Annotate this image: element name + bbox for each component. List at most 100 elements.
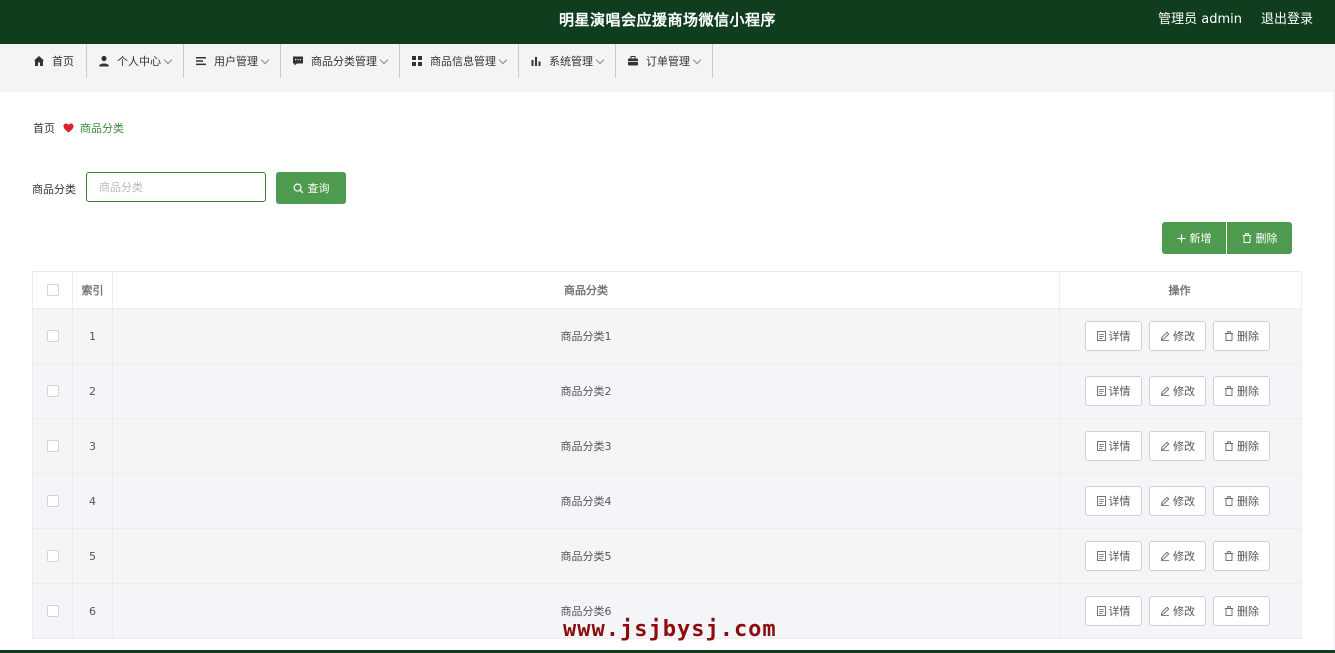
search-input[interactable] [86, 172, 266, 202]
detail-button[interactable]: 详情 [1085, 541, 1142, 571]
search-button[interactable]: 查询 [276, 172, 346, 204]
detail-button-label: 详情 [1108, 550, 1131, 563]
pencil-icon [1160, 441, 1170, 451]
nav-label: 首页 [52, 55, 74, 68]
breadcrumb-home[interactable]: 首页 [33, 120, 55, 136]
row-category-name: 商品分类4 [113, 474, 1060, 528]
pencil-icon [1160, 606, 1170, 616]
breadcrumb: 首页 商品分类 [33, 120, 124, 136]
row-index: 5 [73, 529, 113, 583]
detail-button[interactable]: 详情 [1085, 596, 1142, 626]
top-header: 明星演唱会应援商场微信小程序 管理员 admin 退出登录 [0, 0, 1335, 44]
row-delete-button[interactable]: 删除 [1213, 541, 1270, 571]
nav-label: 个人中心 [117, 55, 161, 68]
nav-item-home[interactable]: 首页 [22, 44, 87, 78]
main-content: 首页 商品分类 商品分类 查询 新增 删除 索引 商品分类 操作 [0, 92, 1333, 653]
header-ops: 操作 [1168, 284, 1191, 297]
edit-button-label: 修改 [1173, 550, 1195, 563]
nav-label: 用户管理 [214, 55, 258, 68]
search-button-label: 查询 [307, 182, 330, 195]
row-checkbox[interactable] [46, 550, 59, 562]
trash-icon [1224, 331, 1234, 341]
row-delete-button[interactable]: 删除 [1213, 376, 1270, 406]
logout-link[interactable]: 退出登录 [1261, 0, 1313, 40]
pencil-icon [1160, 551, 1170, 561]
row-category-name: 商品分类5 [113, 529, 1060, 583]
breadcrumb-current: 商品分类 [80, 122, 124, 135]
table-header-row: 索引 商品分类 操作 [33, 272, 1301, 309]
nav-label: 商品信息管理 [430, 55, 496, 68]
trash-icon [1224, 496, 1234, 506]
heart-icon [63, 123, 74, 133]
batch-delete-button[interactable]: 删除 [1227, 222, 1292, 254]
edit-button[interactable]: 修改 [1149, 541, 1206, 571]
detail-button[interactable]: 详情 [1085, 431, 1142, 461]
nav-item-orders[interactable]: 订单管理 [616, 44, 713, 78]
row-ops: 详情 修改 删除 [1060, 419, 1299, 473]
nav-label: 系统管理 [549, 55, 593, 68]
detail-button-label: 详情 [1108, 385, 1131, 398]
nav-label: 商品分类管理 [311, 55, 377, 68]
edit-button-label: 修改 [1173, 440, 1195, 453]
detail-button-label: 详情 [1108, 495, 1131, 508]
row-checkbox-cell [33, 364, 73, 418]
row-category-name: 商品分类2 [113, 364, 1060, 418]
row-index: 1 [73, 309, 113, 363]
row-delete-button-label: 删除 [1237, 385, 1259, 398]
row-checkbox[interactable] [46, 605, 59, 617]
chevron-down-icon [498, 55, 508, 64]
batch-delete-button-label: 删除 [1255, 232, 1278, 245]
header-index: 索引 [73, 272, 113, 308]
table-row: 1 商品分类1 详情 修改 删除 [33, 309, 1301, 364]
edit-button[interactable]: 修改 [1149, 596, 1206, 626]
chevron-down-icon [595, 55, 605, 64]
trash-icon [1224, 606, 1234, 616]
nav-item-users[interactable]: 用户管理 [184, 44, 281, 78]
trash-icon [1224, 551, 1234, 561]
edit-button-label: 修改 [1173, 495, 1195, 508]
nav-item-products[interactable]: 商品信息管理 [400, 44, 519, 78]
current-user: 管理员 admin [1158, 12, 1242, 27]
edit-button[interactable]: 修改 [1149, 321, 1206, 351]
row-checkbox[interactable] [46, 385, 59, 397]
select-all-checkbox[interactable] [46, 284, 59, 296]
chevron-down-icon [692, 55, 702, 64]
row-category-name: 商品分类3 [113, 419, 1060, 473]
row-category-name: 商品分类1 [113, 309, 1060, 363]
row-checkbox[interactable] [46, 495, 59, 507]
row-index: 2 [73, 364, 113, 418]
chat-icon [291, 54, 305, 68]
row-ops: 详情 修改 删除 [1060, 474, 1299, 528]
detail-button[interactable]: 详情 [1085, 321, 1142, 351]
edit-button-label: 修改 [1173, 330, 1195, 343]
edit-button[interactable]: 修改 [1149, 431, 1206, 461]
document-icon [1096, 496, 1106, 506]
row-delete-button[interactable]: 删除 [1213, 486, 1270, 516]
nav-item-system[interactable]: 系统管理 [519, 44, 616, 78]
row-checkbox[interactable] [46, 330, 59, 342]
chevron-down-icon [379, 55, 389, 64]
trash-icon [1224, 386, 1234, 396]
detail-button[interactable]: 详情 [1085, 376, 1142, 406]
header-checkbox-cell [33, 272, 73, 308]
plus-icon [1176, 233, 1186, 243]
pencil-icon [1160, 496, 1170, 506]
document-icon [1096, 441, 1106, 451]
row-delete-button[interactable]: 删除 [1213, 431, 1270, 461]
edit-button[interactable]: 修改 [1149, 376, 1206, 406]
trash-icon [1224, 441, 1234, 451]
add-button[interactable]: 新增 [1162, 222, 1226, 254]
bar-chart-icon [529, 54, 543, 68]
nav-item-category[interactable]: 商品分类管理 [281, 44, 400, 78]
user-icon [97, 54, 111, 68]
detail-button[interactable]: 详情 [1085, 486, 1142, 516]
document-icon [1096, 606, 1106, 616]
add-button-label: 新增 [1189, 232, 1212, 245]
detail-button-label: 详情 [1108, 440, 1131, 453]
chevron-down-icon [260, 55, 270, 64]
nav-item-profile[interactable]: 个人中心 [87, 44, 184, 78]
edit-button[interactable]: 修改 [1149, 486, 1206, 516]
row-checkbox[interactable] [46, 440, 59, 452]
row-delete-button[interactable]: 删除 [1213, 321, 1270, 351]
row-delete-button[interactable]: 删除 [1213, 596, 1270, 626]
